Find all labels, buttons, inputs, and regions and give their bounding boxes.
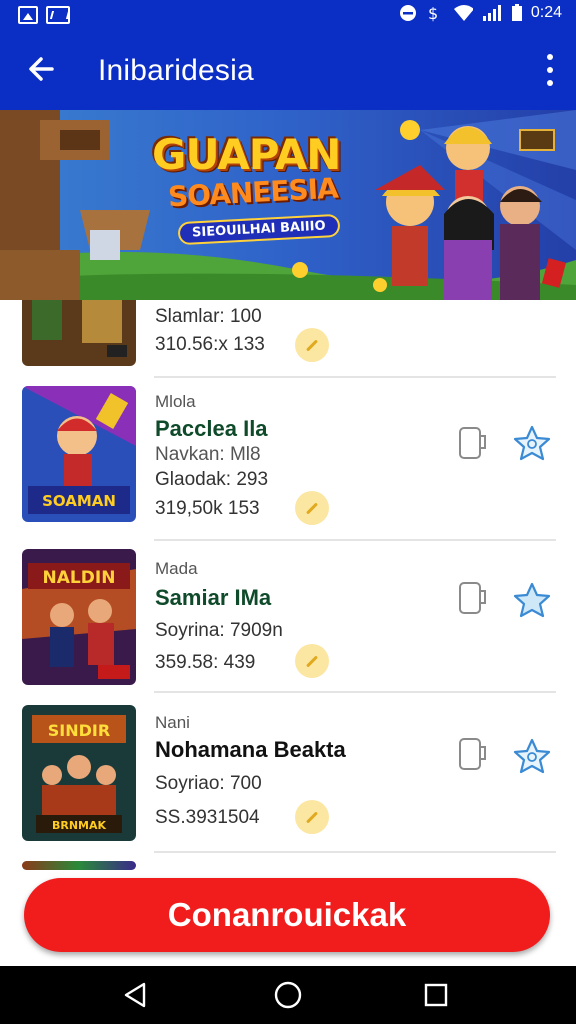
game-thumbnail (22, 300, 136, 366)
signal-icon (482, 5, 501, 21)
gallery-notification-icon (18, 6, 38, 24)
sync-icon: $ (428, 4, 438, 22)
banner-headline: GUAPAN (152, 130, 341, 179)
game-thumbnail: SINDIR BRNMAK (22, 705, 136, 841)
game-stat: SS.3931504 (155, 807, 260, 828)
phone-icon[interactable] (457, 581, 487, 617)
svg-text:BRNMAK: BRNMAK (52, 819, 107, 832)
wifi-icon (453, 5, 473, 21)
star-icon[interactable] (512, 424, 552, 462)
game-stat: Soyriao: 700 (155, 773, 262, 794)
do-not-disturb-icon (399, 5, 416, 21)
star-icon[interactable] (512, 581, 552, 619)
svg-text:$: $ (428, 4, 438, 22)
game-name: Pacclea Ila (155, 416, 268, 441)
game-category: Mada (155, 559, 198, 578)
phone-icon[interactable] (457, 426, 487, 462)
game-thumbnail (22, 861, 136, 870)
nav-back-icon[interactable] (120, 980, 150, 1010)
system-nav-bar (0, 966, 576, 1024)
coin-icon[interactable] (295, 491, 329, 525)
game-stat: 319,50k 153 (155, 498, 260, 519)
star-icon[interactable] (512, 737, 552, 775)
coin-icon[interactable] (295, 800, 329, 834)
game-thumbnail: NALDIN (22, 549, 136, 685)
coin-icon[interactable] (295, 644, 329, 678)
back-button[interactable] (24, 52, 58, 86)
game-name: Samiar IMa (155, 585, 272, 610)
game-stat: Soyrina: 7909n (155, 620, 283, 641)
nav-recents-icon[interactable] (421, 980, 451, 1010)
status-bar: $ 0:24 (0, 0, 576, 32)
game-stat: 359.58: 439 (155, 652, 256, 673)
coin-icon[interactable] (295, 328, 329, 362)
game-thumbnail: SOAMAN (22, 386, 136, 522)
game-category: Nani (155, 713, 190, 732)
page-title: Inibaridesia (98, 54, 254, 87)
game-name: Nohamana Beakta (155, 737, 346, 762)
game-category: Mlola (155, 392, 196, 411)
more-options-button[interactable] (544, 54, 556, 86)
message-notification-icon (46, 6, 71, 24)
svg-text:SINDIR: SINDIR (48, 721, 110, 740)
back-arrow-icon (29, 57, 54, 81)
game-list: Slamlar: 100 310.56:x 133 SOAMAN Mlola P… (0, 300, 576, 870)
primary-action-button[interactable]: Conanrouickak (24, 878, 550, 952)
status-time: 0:24 (530, 4, 562, 21)
battery-icon (511, 4, 522, 21)
game-stat: Slamlar: 100 (155, 306, 262, 327)
svg-text:SOAMAN: SOAMAN (42, 492, 116, 510)
nav-home-icon[interactable] (273, 980, 303, 1010)
game-stat: Glaodak: 293 (155, 469, 269, 490)
phone-icon[interactable] (457, 737, 487, 773)
game-stat: Navkan: Ml8 (155, 444, 261, 465)
game-stat: 310.56:x 133 (155, 334, 265, 355)
app-bar: Inibaridesia (0, 32, 576, 110)
svg-text:NALDIN: NALDIN (43, 568, 116, 588)
more-vertical-icon (547, 54, 553, 60)
